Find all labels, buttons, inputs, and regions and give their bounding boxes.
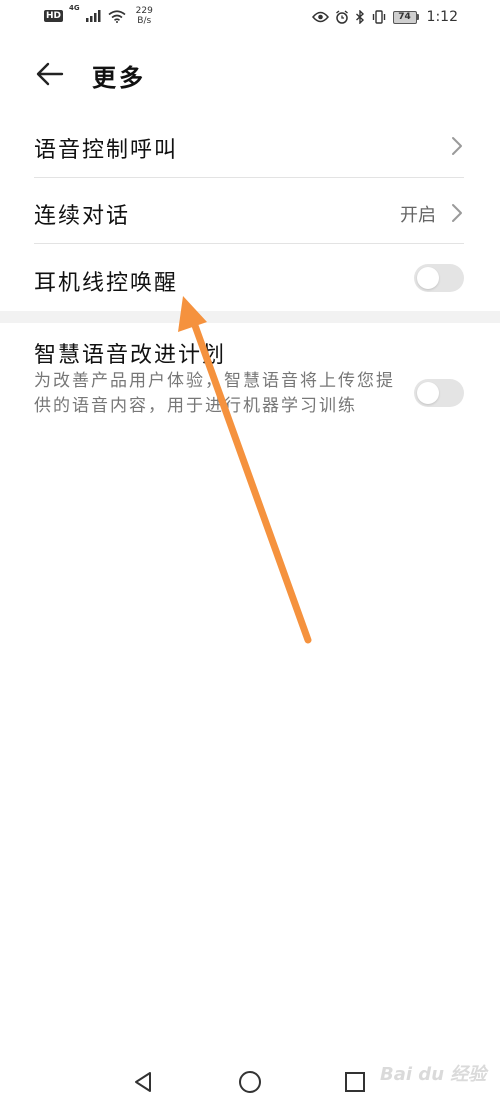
setting-improvement-label: 智慧语音改进计划	[34, 343, 227, 368]
divider	[34, 177, 464, 178]
setting-improvement-description: 为改善产品用户体验，智慧语音将上传您提供的语音内容，用于进行机器学习训练	[34, 371, 395, 416]
setting-improvement-plan: 智慧语音改进计划 为改善产品用户体验，智慧语音将上传您提供的语音内容，用于进行机…	[34, 333, 464, 453]
status-bar-right: 74 1:12	[311, 9, 458, 25]
wifi-icon	[108, 9, 126, 23]
chevron-right-icon	[452, 137, 462, 155]
chevron-right-icon	[452, 204, 462, 222]
battery-indicator: 74	[392, 10, 419, 24]
bluetooth-icon	[355, 10, 364, 24]
status-bar: HD 4G 229 B/s 74 1:12	[0, 0, 500, 36]
wired-wake-toggle[interactable]	[414, 264, 464, 292]
back-triangle-icon[interactable]	[130, 1068, 158, 1096]
clock: 1:12	[426, 9, 458, 25]
recents-square-icon[interactable]	[341, 1068, 369, 1096]
eye-icon	[311, 11, 329, 23]
page-title: 更多	[92, 64, 146, 92]
speed-value: 229	[135, 6, 153, 16]
setting-wired-wake: 耳机线控唤醒	[34, 250, 464, 308]
home-circle-icon[interactable]	[236, 1068, 264, 1096]
battery-tip	[416, 14, 419, 20]
toggle-knob	[417, 267, 439, 289]
section-gap	[0, 311, 500, 323]
vibrate-icon	[372, 10, 385, 24]
speed-unit: B/s	[137, 16, 152, 26]
setting-continuous-value: 开启	[400, 205, 436, 226]
setting-continuous-label: 连续对话	[34, 204, 131, 229]
signal-icon	[85, 10, 101, 22]
network-speed: 229 B/s	[136, 6, 153, 26]
arrow-left-icon[interactable]	[34, 58, 66, 90]
header: 更多	[0, 52, 500, 96]
toggle-knob	[417, 382, 439, 404]
improvement-plan-toggle[interactable]	[414, 379, 464, 407]
setting-wired-wake-label: 耳机线控唤醒	[34, 271, 179, 296]
setting-voice-call-label: 语音控制呼叫	[34, 138, 179, 163]
divider	[34, 243, 464, 244]
network-type: 4G	[69, 4, 80, 12]
watermark: Bai du 经验	[380, 1064, 487, 1085]
alarm-icon	[335, 10, 348, 24]
setting-voice-call[interactable]: 语音控制呼叫	[34, 120, 464, 176]
setting-continuous-dialogue[interactable]: 连续对话 开启	[34, 184, 464, 242]
battery-level: 74	[392, 10, 417, 24]
hd-badge: HD	[44, 10, 64, 22]
status-bar-left: HD 4G 229 B/s	[44, 4, 153, 26]
